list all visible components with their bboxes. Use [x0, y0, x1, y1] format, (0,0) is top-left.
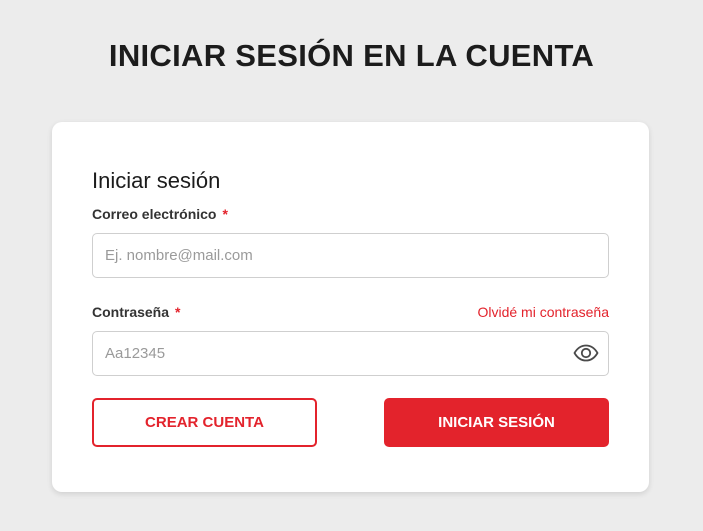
login-card: Iniciar sesión Correo electrónico * Contr…: [52, 122, 649, 492]
password-label: Contraseña *: [92, 304, 180, 320]
login-button[interactable]: INICIAR SESIÓN: [384, 398, 609, 447]
email-required-mark: *: [222, 206, 228, 222]
create-account-button[interactable]: CREAR CUENTA: [92, 398, 317, 447]
password-required-mark: *: [175, 304, 181, 320]
email-input[interactable]: [92, 233, 609, 278]
form-heading: Iniciar sesión: [92, 168, 221, 193]
forgot-password-link[interactable]: Olvidé mi contraseña: [477, 304, 609, 320]
email-label-text: Correo electrónico: [92, 206, 217, 222]
eye-icon[interactable]: [573, 343, 599, 363]
password-label-text: Contraseña: [92, 304, 170, 320]
password-input[interactable]: [92, 331, 609, 376]
page-title: INICIAR SESIÓN EN LA CUENTA: [108, 38, 595, 73]
email-label: Correo electrónico *: [92, 206, 228, 222]
